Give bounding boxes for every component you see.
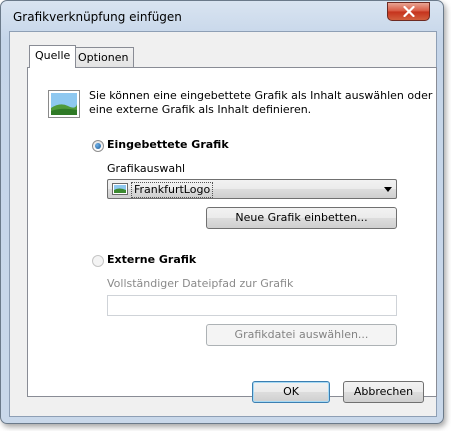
tab-quelle[interactable]: Quelle [29,45,77,68]
chevron-down-icon [384,187,392,192]
label-grafikauswahl: Grafikauswahl [107,162,186,175]
browse-graphic-file-button[interactable]: Grafikdatei auswählen... [206,324,397,346]
cancel-button[interactable]: Abbrechen [343,381,424,403]
image-icon [48,90,80,118]
grafik-select[interactable]: FrankfurtLogo [107,179,397,199]
tab-panel-quelle: Sie können eine eingebettete Grafik als … [27,67,437,397]
ok-button[interactable]: OK [252,381,330,403]
label-external: Externe Grafik [107,253,197,266]
dialog-window: Grafikverknüpfung einfügen Quelle Option… [0,0,444,424]
radio-embedded[interactable] [92,140,104,152]
description-line-1: Sie können eine eingebettete Grafik als … [89,89,433,102]
radio-external[interactable] [92,255,104,267]
grafik-select-value: FrankfurtLogo [131,182,214,198]
tab-optionen[interactable]: Optionen [72,47,135,67]
file-path-input[interactable] [107,295,397,316]
image-icon [112,183,128,195]
dialog-client-area: Quelle Optionen Sie können eine eingebet… [9,31,437,417]
embed-new-graphic-button[interactable]: Neue Grafik einbetten... [206,207,397,229]
label-dateipfad: Vollständiger Dateipfad zur Grafik [107,277,294,290]
label-embedded: Eingebettete Grafik [107,138,229,151]
window-title: Grafikverknüpfung einfügen [13,10,182,24]
description-line-2: eine externe Grafik als Inhalt definiere… [89,103,312,116]
close-icon [402,6,415,17]
close-button[interactable] [387,2,430,21]
